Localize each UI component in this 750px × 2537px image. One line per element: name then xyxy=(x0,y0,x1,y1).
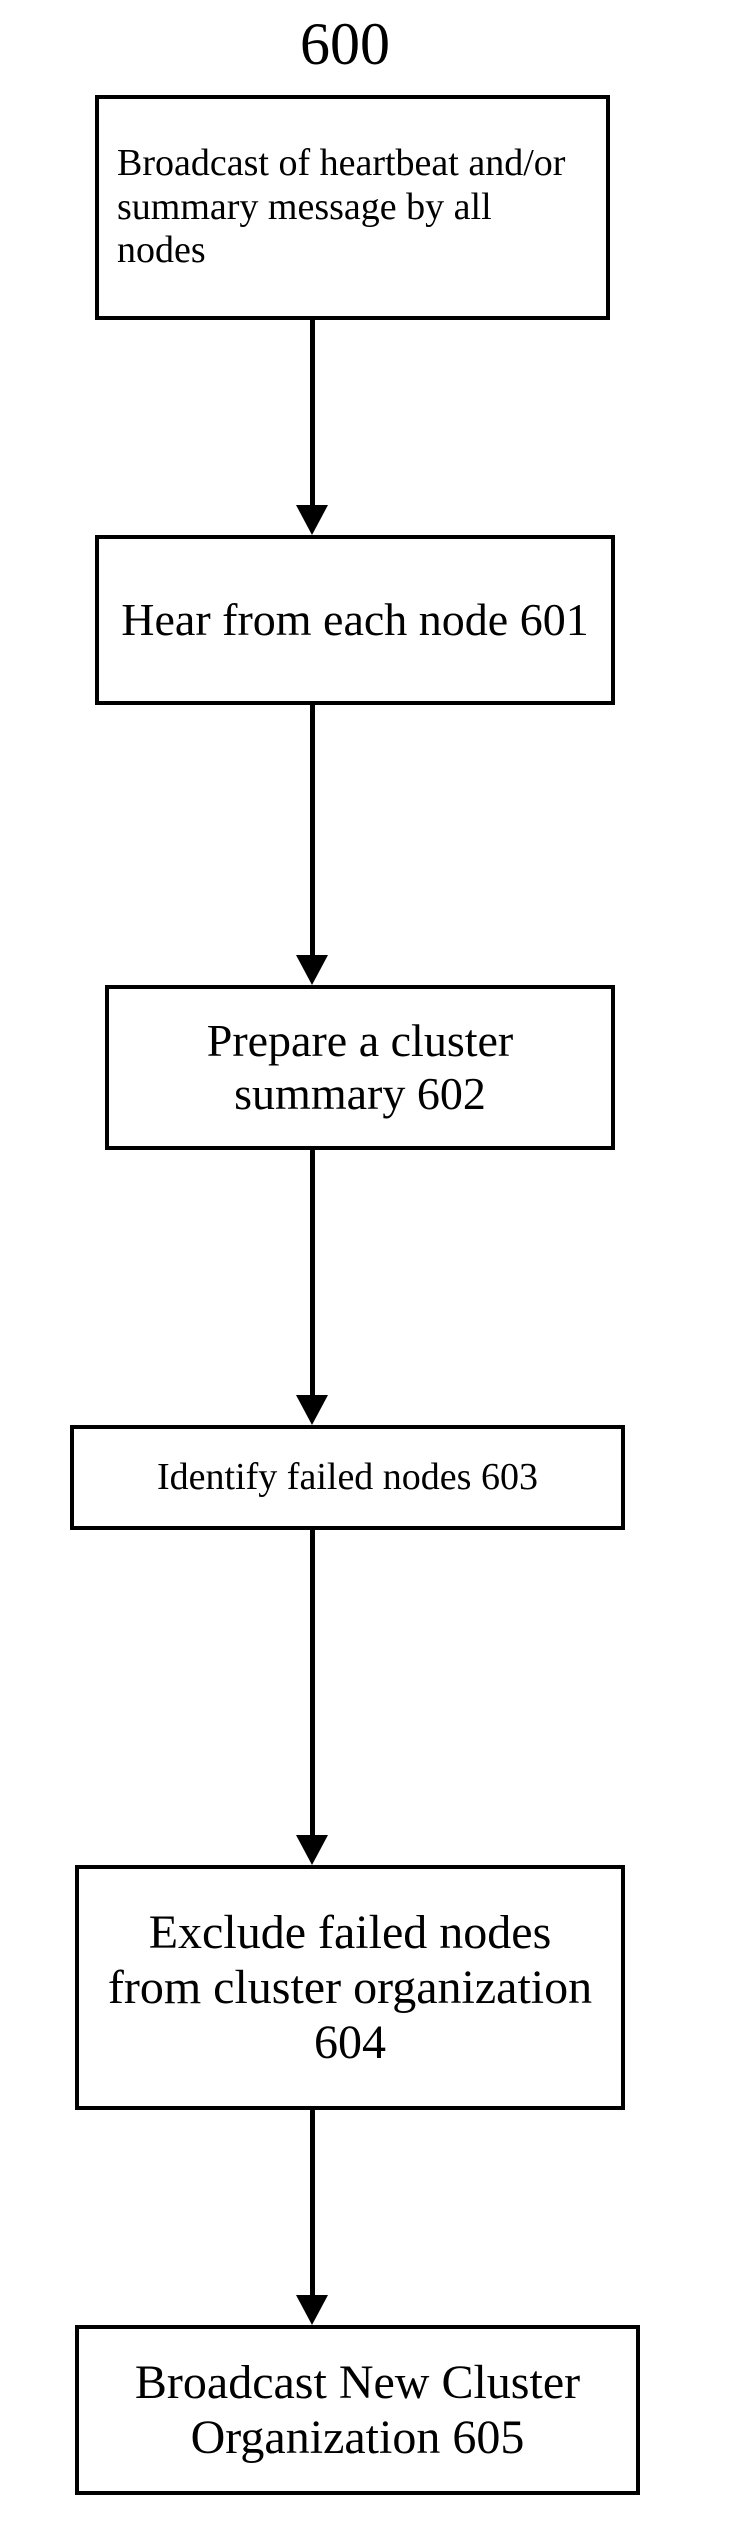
node-label: Broadcast New Cluster Organization 605 xyxy=(97,2355,618,2465)
flow-node-identify-failed: Identify failed nodes 603 xyxy=(70,1425,625,1530)
arrow-line xyxy=(310,320,315,505)
arrow-head-icon xyxy=(296,2295,328,2325)
node-label: Broadcast of heartbeat and/or summary me… xyxy=(117,142,588,273)
node-label: Identify failed nodes 603 xyxy=(92,1456,603,1500)
node-label: Exclude failed nodes from cluster organi… xyxy=(97,1905,603,2071)
arrow-line xyxy=(310,1150,315,1395)
node-label: Prepare a cluster summary 602 xyxy=(127,1015,593,1121)
arrow-line xyxy=(310,705,315,955)
node-label: Hear from each node 601 xyxy=(117,594,593,647)
arrow-head-icon xyxy=(296,955,328,985)
flow-node-prepare-summary: Prepare a cluster summary 602 xyxy=(105,985,615,1150)
diagram-title: 600 xyxy=(300,10,390,79)
flow-node-exclude-failed: Exclude failed nodes from cluster organi… xyxy=(75,1865,625,2110)
title-text: 600 xyxy=(300,11,390,77)
arrow-line xyxy=(310,2110,315,2295)
arrow-head-icon xyxy=(296,1835,328,1865)
flow-node-broadcast-heartbeat: Broadcast of heartbeat and/or summary me… xyxy=(95,95,610,320)
flowchart-canvas: 600 Broadcast of heartbeat and/or summar… xyxy=(0,0,750,2537)
arrow-head-icon xyxy=(296,1395,328,1425)
arrow-head-icon xyxy=(296,505,328,535)
flow-node-hear-from-each: Hear from each node 601 xyxy=(95,535,615,705)
flow-node-broadcast-new-cluster: Broadcast New Cluster Organization 605 xyxy=(75,2325,640,2495)
arrow-line xyxy=(310,1530,315,1835)
